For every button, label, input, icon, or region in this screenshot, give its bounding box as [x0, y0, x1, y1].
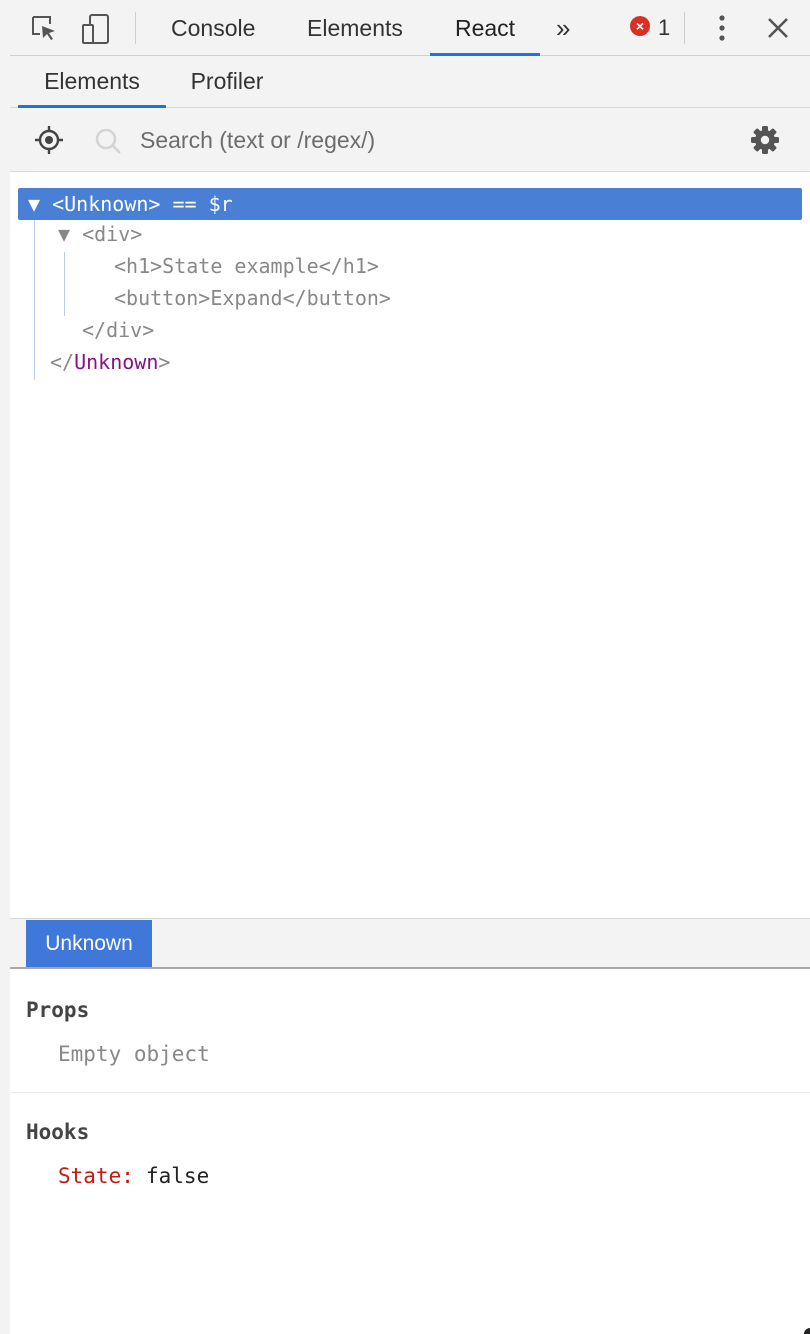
hook-state-key: State:	[58, 1164, 134, 1188]
section-divider	[10, 1092, 810, 1093]
tab-console[interactable]: Console	[171, 0, 255, 56]
tree-node-div[interactable]: ▼ <div>	[58, 218, 142, 250]
search-icon	[94, 127, 122, 155]
error-icon[interactable]: ×	[630, 16, 650, 36]
settings-gear-icon[interactable]	[750, 125, 780, 155]
selected-component-bar: Unknown	[10, 919, 810, 969]
toolbar-divider	[135, 12, 136, 44]
tree-close-name: Unknown	[74, 350, 159, 374]
error-count[interactable]: 1	[658, 0, 670, 56]
tree-node-root-selected[interactable]: ▼ <Unknown> == $r	[18, 188, 802, 220]
close-icon[interactable]	[764, 14, 792, 42]
tree-guide-line	[34, 220, 35, 380]
tree-node-button[interactable]: <button>Expand</button>	[114, 282, 391, 314]
props-empty-text: Empty object	[58, 1042, 210, 1066]
props-section-title: Props	[26, 998, 90, 1022]
device-toolbar-icon[interactable]	[82, 14, 110, 44]
devtools-tab-bar: Console Elements React » × 1	[10, 0, 810, 56]
tree-node-div-close[interactable]: </div>	[82, 314, 154, 346]
select-element-icon[interactable]	[34, 125, 64, 155]
tab-elements[interactable]: Elements	[307, 0, 403, 56]
selected-component-tab[interactable]: Unknown	[26, 920, 152, 967]
tab-react[interactable]: React	[430, 0, 540, 56]
react-tab-bar: Elements Profiler	[10, 56, 810, 108]
more-tabs-icon[interactable]: »	[556, 0, 570, 56]
search-input[interactable]	[140, 122, 700, 158]
kebab-menu-icon[interactable]	[708, 14, 736, 42]
react-tab-elements[interactable]: Elements	[18, 56, 166, 108]
window-corner	[804, 1328, 810, 1334]
tree-close-suffix: >	[158, 350, 171, 374]
tree-guide-line	[64, 252, 65, 316]
hooks-section-title: Hooks	[26, 1120, 90, 1144]
hook-state-value[interactable]: false	[146, 1164, 209, 1188]
search-bar	[10, 108, 810, 172]
toolbar-divider	[684, 12, 685, 44]
component-tree: ▼ <Unknown> == $r ▼ <div> <h1>State exam…	[10, 172, 810, 918]
react-tab-profiler[interactable]: Profiler	[186, 56, 268, 108]
tree-node-h1[interactable]: <h1>State example</h1>	[114, 250, 379, 282]
inspect-element-icon[interactable]	[30, 14, 58, 42]
tree-close-prefix: </	[50, 350, 75, 374]
tree-node-root-close[interactable]: </Unknown>	[50, 346, 170, 378]
